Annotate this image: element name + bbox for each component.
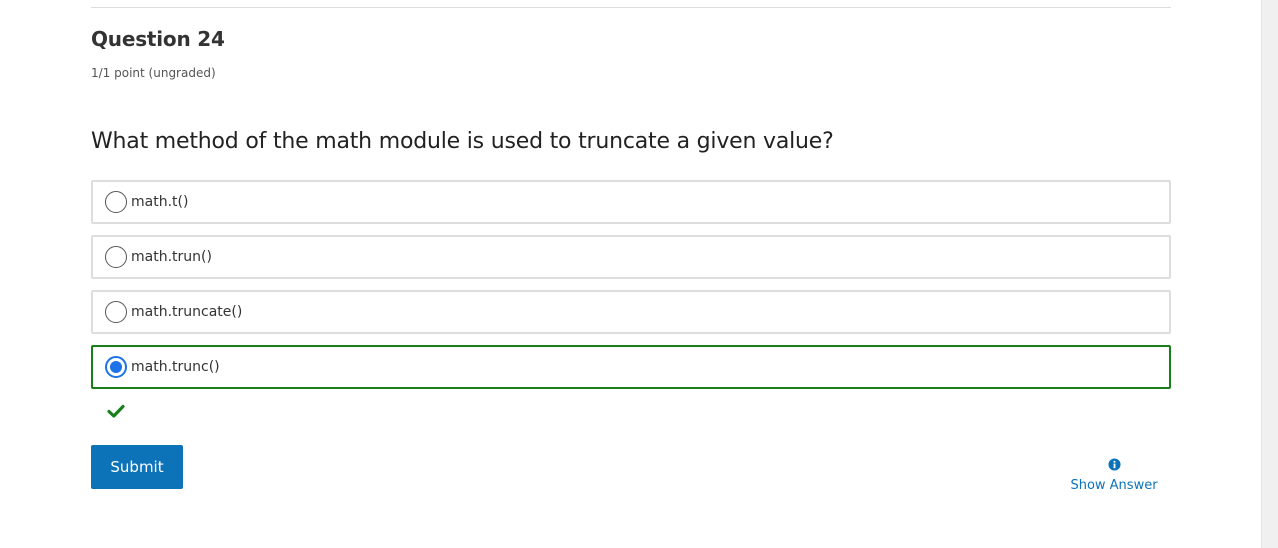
show-answer-button[interactable]: Show Answer: [1064, 458, 1164, 493]
radio-button[interactable]: [105, 301, 127, 323]
checkmark-icon: [107, 404, 125, 418]
question-prompt: What method of the math module is used t…: [91, 129, 834, 154]
answer-option-2[interactable]: math.trun(): [91, 235, 1171, 279]
option-label: math.trun(): [131, 249, 212, 265]
radio-button[interactable]: [105, 246, 127, 268]
info-icon: [1107, 458, 1121, 471]
option-label: math.t(): [131, 194, 189, 210]
answer-option-4[interactable]: math.trunc(): [91, 345, 1171, 389]
question-title: Question 24: [91, 27, 225, 51]
radio-button[interactable]: [105, 191, 127, 213]
answer-option-1[interactable]: math.t(): [91, 180, 1171, 224]
radio-button-selected[interactable]: [105, 356, 127, 378]
question-points: 1/1 point (ungraded): [91, 66, 216, 80]
answer-option-3[interactable]: math.truncate(): [91, 290, 1171, 334]
vertical-scrollbar[interactable]: [1261, 0, 1278, 548]
option-label: math.trunc(): [131, 359, 220, 375]
problem-page: Question 24 1/1 point (ungraded) What me…: [0, 0, 1278, 548]
submit-button[interactable]: Submit: [91, 445, 183, 489]
option-label: math.truncate(): [131, 304, 243, 320]
top-divider: [91, 7, 1171, 8]
show-answer-label: Show Answer: [1070, 478, 1158, 493]
